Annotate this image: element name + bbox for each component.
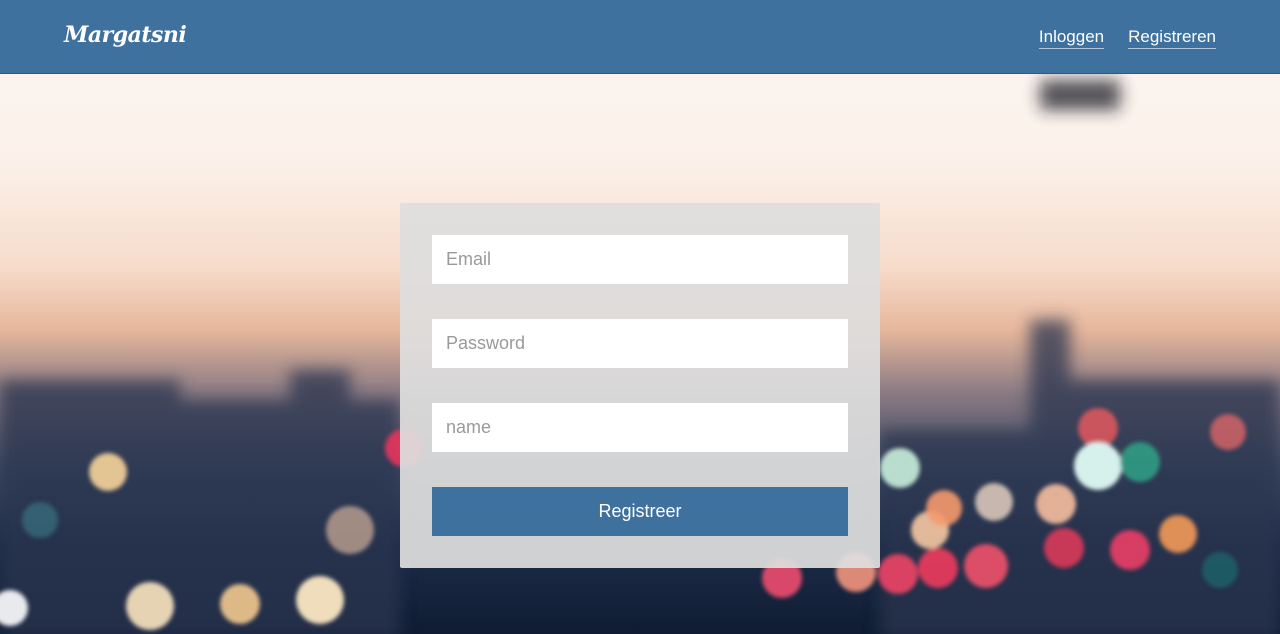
brand-logo[interactable]: Margatsni: [64, 22, 187, 48]
email-input[interactable]: [432, 235, 848, 284]
nav-register-link[interactable]: Registreren: [1128, 27, 1216, 49]
nav-login-link[interactable]: Inloggen: [1038, 27, 1105, 49]
register-button[interactable]: Registreer: [432, 487, 848, 536]
page: Margatsni Inloggen Registreren Registree…: [0, 0, 1280, 634]
top-navbar: Margatsni Inloggen Registreren: [0, 0, 1280, 74]
password-input[interactable]: [432, 319, 848, 368]
register-form-card: Registreer: [400, 203, 880, 568]
nav-links: Inloggen Registreren: [1038, 27, 1216, 49]
name-input[interactable]: [432, 403, 848, 452]
